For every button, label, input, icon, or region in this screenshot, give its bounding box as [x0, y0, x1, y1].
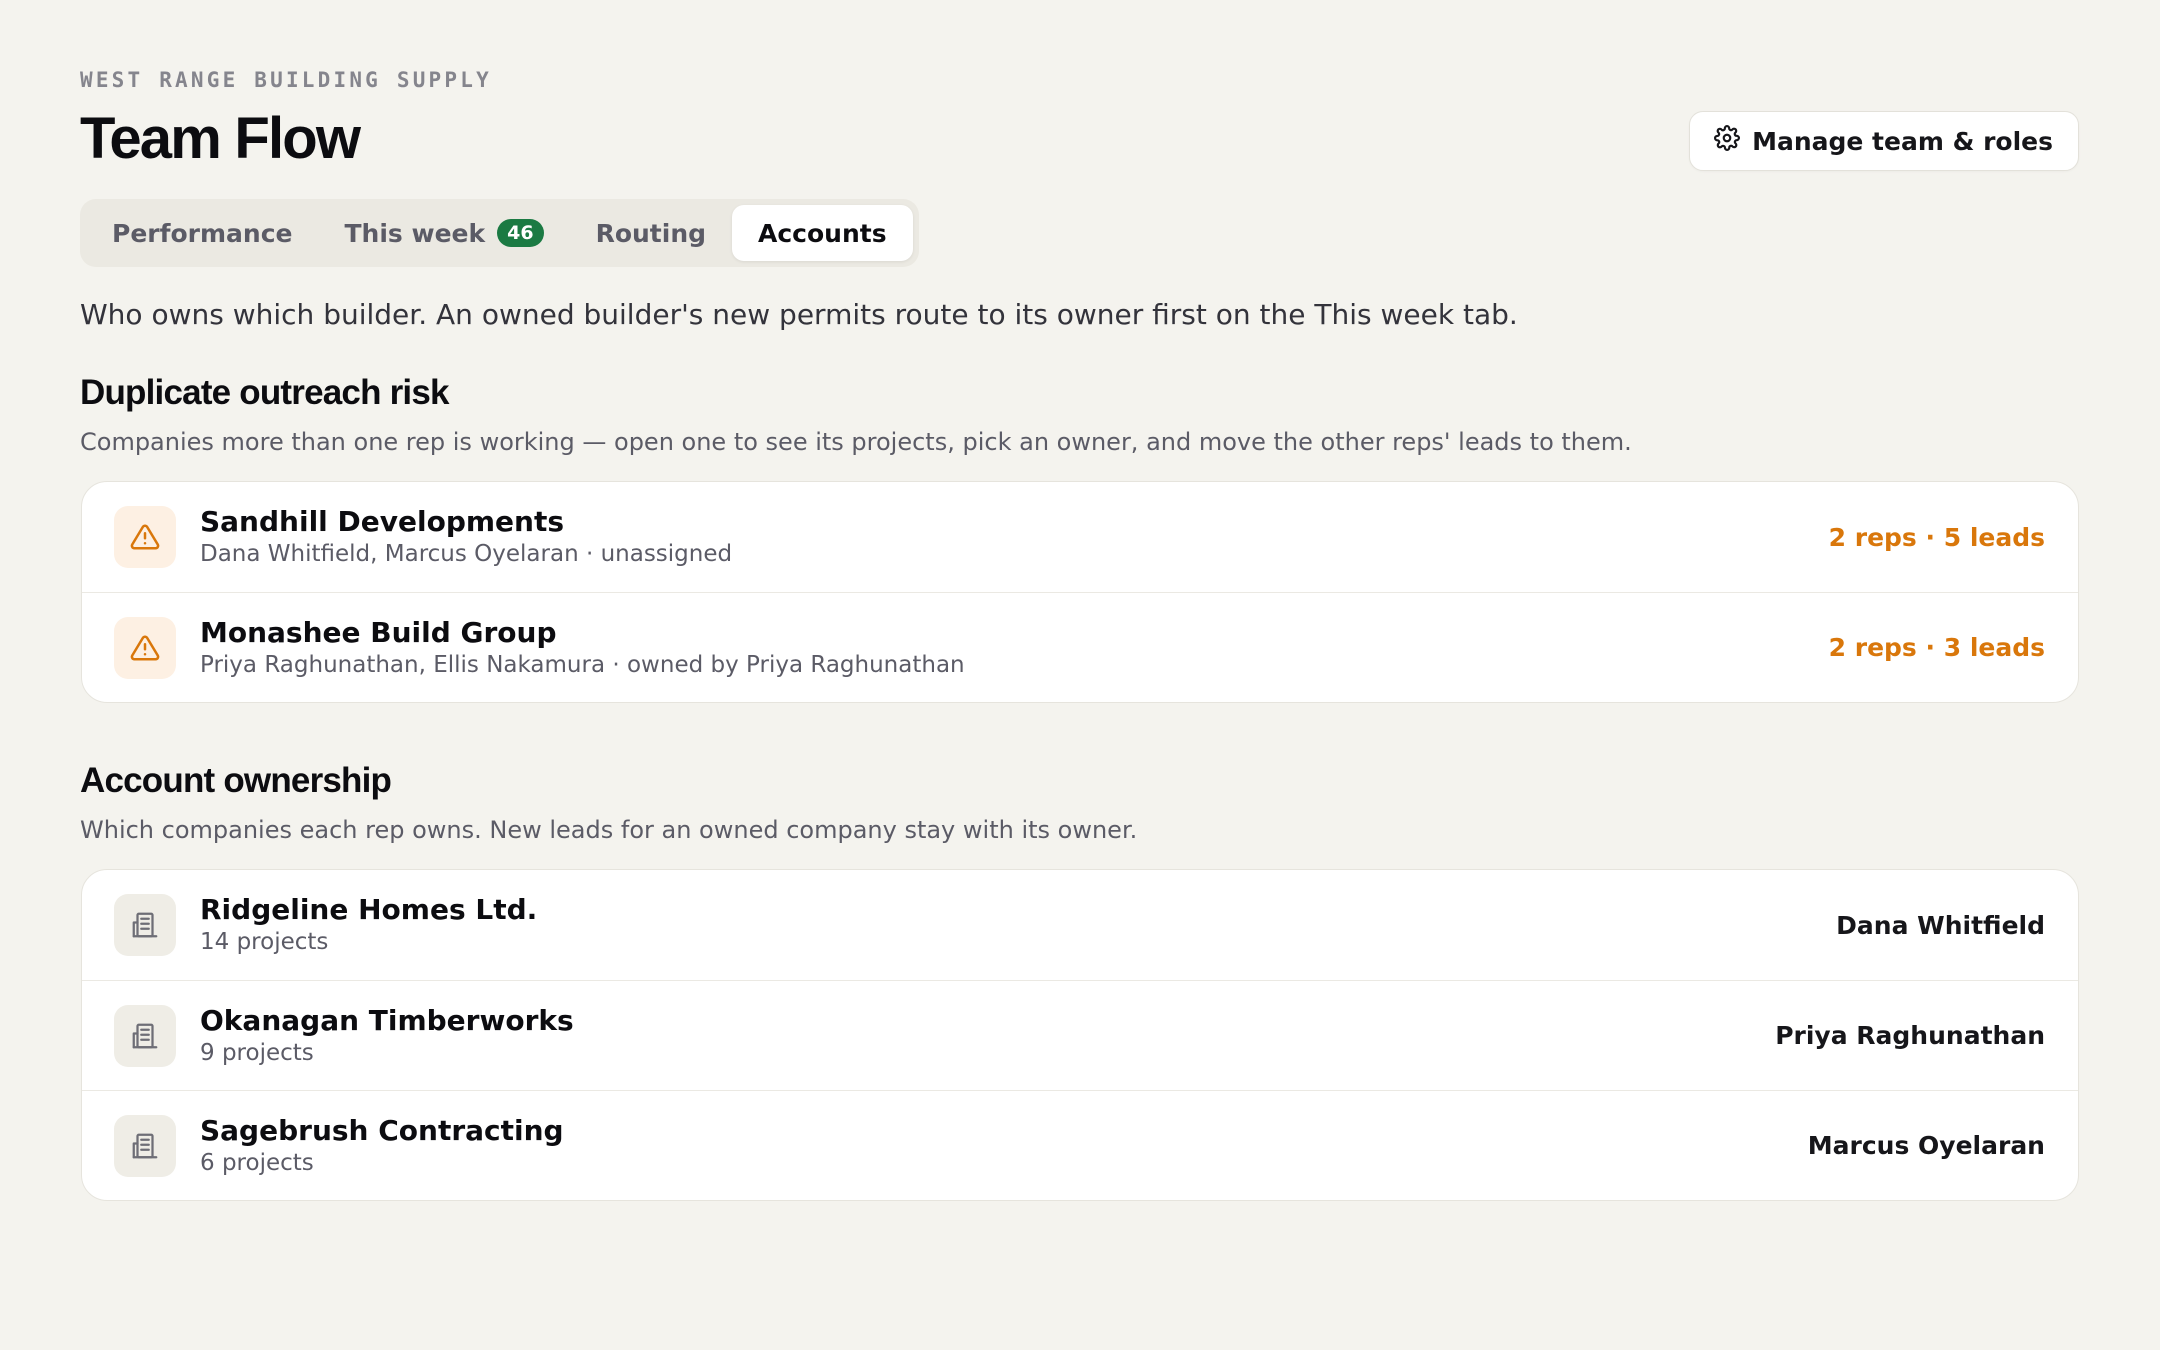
list-item[interactable]: Sandhill Developments Dana Whitfield, Ma… [82, 482, 2078, 592]
risk-stat: 2 reps · 3 leads [1828, 633, 2045, 662]
list-item[interactable]: Monashee Build Group Priya Raghunathan, … [82, 592, 2078, 702]
warning-triangle-icon [114, 616, 176, 679]
company-name: WEST RANGE BUILDING SUPPLY [80, 68, 492, 92]
list-item[interactable]: Ridgeline Homes Ltd. 14 projects Dana Wh… [82, 870, 2078, 980]
ownership-section-subtitle: Which companies each rep owns. New leads… [80, 816, 1138, 844]
count-badge: 46 [497, 219, 544, 247]
company-name: Ridgeline Homes Ltd. [200, 893, 538, 926]
tab-label: Performance [112, 218, 293, 248]
company-name: Okanagan Timberworks [200, 1003, 574, 1037]
project-count: 9 projects [200, 1039, 314, 1066]
tab-performance[interactable]: Performance [86, 205, 318, 261]
tab-this-week[interactable]: This week 46 [318, 205, 569, 261]
building-icon [114, 894, 176, 956]
company-name: Sandhill Developments [200, 505, 565, 538]
account-owner: Priya Raghunathan [1775, 1021, 2045, 1050]
duplicate-section-title: Duplicate outreach risk [80, 373, 449, 412]
company-name: Sagebrush Contracting [200, 1113, 564, 1147]
tab-label: Accounts [758, 218, 887, 248]
team-flow-page: WEST RANGE BUILDING SUPPLY Team Flow Man… [0, 0, 2160, 1350]
building-icon [114, 1004, 176, 1067]
page-title: Team Flow [80, 106, 361, 171]
manage-team-label: Manage team & roles [1752, 126, 2053, 156]
warning-triangle-icon [114, 506, 176, 568]
list-item[interactable]: Okanagan Timberworks 9 projects Priya Ra… [82, 980, 2078, 1090]
tab-label: Routing [595, 218, 707, 248]
manage-team-button[interactable]: Manage team & roles [1689, 111, 2079, 171]
company-reps: Dana Whitfield, Marcus Oyelaran · unassi… [200, 541, 733, 567]
ownership-section-title: Account ownership [80, 761, 392, 800]
risk-stat: 2 reps · 5 leads [1828, 522, 2045, 552]
company-reps: Priya Raghunathan, Ellis Nakamura · owne… [200, 651, 965, 678]
project-count: 14 projects [200, 929, 329, 955]
gear-icon [1714, 125, 1741, 157]
tab-accounts[interactable]: Accounts [732, 205, 913, 261]
list-item[interactable]: Sagebrush Contracting 6 projects Marcus … [82, 1090, 2078, 1200]
duplicate-list: Sandhill Developments Dana Whitfield, Ma… [81, 481, 2079, 703]
duplicate-section-subtitle: Companies more than one rep is working —… [80, 428, 1632, 456]
tab-routing[interactable]: Routing [570, 205, 732, 261]
building-icon [114, 1114, 176, 1177]
project-count: 6 projects [200, 1149, 314, 1176]
intro-text: Who owns which builder. An owned builder… [80, 298, 1518, 331]
ownership-list: Ridgeline Homes Ltd. 14 projects Dana Wh… [81, 869, 2079, 1201]
account-owner: Dana Whitfield [1836, 910, 2045, 940]
tab-bar: Performance This week 46 Routing Account… [80, 199, 919, 267]
tab-label: This week [344, 218, 486, 248]
company-name: Monashee Build Group [200, 615, 557, 649]
account-owner: Marcus Oyelaran [1807, 1131, 2045, 1160]
